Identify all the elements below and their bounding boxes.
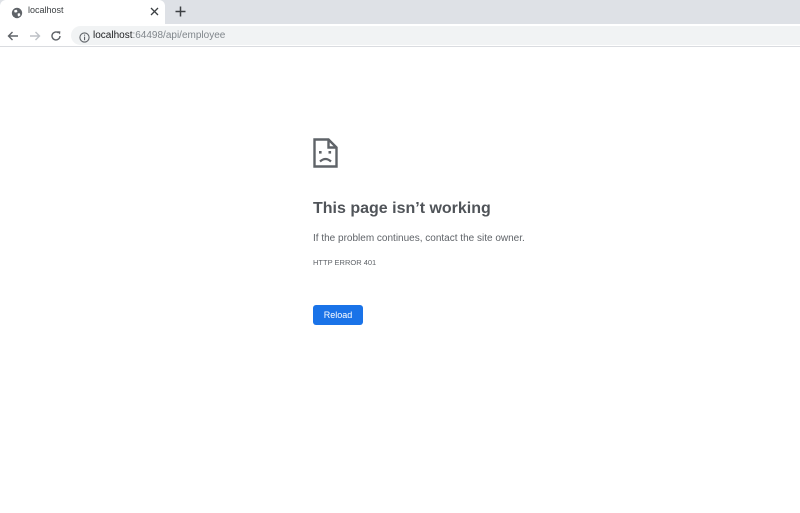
arrow-right-icon[interactable] <box>28 29 41 42</box>
arrow-left-icon[interactable] <box>6 29 19 42</box>
reload-button[interactable]: Reload <box>313 305 363 325</box>
globe-icon <box>11 6 23 19</box>
error-headline: This page isn’t working <box>313 200 491 217</box>
error-code: HTTP ERROR 401 <box>313 258 377 267</box>
plus-icon[interactable] <box>173 4 187 18</box>
error-message: If the problem continues, contact the si… <box>313 233 525 244</box>
close-icon[interactable] <box>148 5 160 17</box>
url-text[interactable]: localhost:64498/api/employee <box>93 30 225 41</box>
tab-strip: localhost <box>0 0 800 24</box>
reload-icon[interactable] <box>49 29 62 42</box>
url-host: localhost <box>93 30 133 41</box>
info-icon[interactable] <box>79 30 90 43</box>
browser-tab[interactable]: localhost <box>0 0 165 24</box>
tab-title: localhost <box>28 5 64 15</box>
url-path: :64498/api/employee <box>132 30 226 41</box>
address-bar[interactable]: localhost:64498/api/employee <box>71 26 800 45</box>
sad-page-icon <box>313 138 338 168</box>
browser-toolbar: localhost:64498/api/employee <box>0 24 800 47</box>
